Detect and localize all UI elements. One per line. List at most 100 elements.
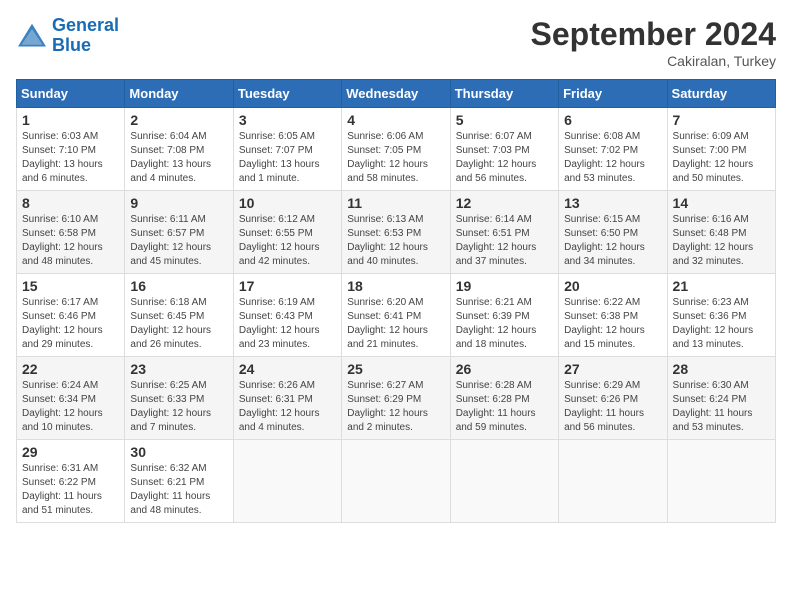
calendar-week-3: 15 Sunrise: 6:17 AM Sunset: 6:46 PM Dayl… [17,274,776,357]
calendar-cell: 23 Sunrise: 6:25 AM Sunset: 6:33 PM Dayl… [125,357,233,440]
logo-icon [16,22,48,50]
day-number: 6 [564,112,661,128]
day-number: 1 [22,112,119,128]
calendar-cell: 6 Sunrise: 6:08 AM Sunset: 7:02 PM Dayli… [559,108,667,191]
day-info: Sunrise: 6:05 AM Sunset: 7:07 PM Dayligh… [239,130,336,186]
day-number: 10 [239,195,336,211]
calendar-cell: 4 Sunrise: 6:06 AM Sunset: 7:05 PM Dayli… [342,108,450,191]
day-number: 23 [130,361,227,377]
calendar-cell: 1 Sunrise: 6:03 AM Sunset: 7:10 PM Dayli… [17,108,125,191]
day-number: 30 [130,444,227,460]
day-info: Sunrise: 6:23 AM Sunset: 6:36 PM Dayligh… [673,296,770,352]
calendar-table: Sunday Monday Tuesday Wednesday Thursday… [16,79,776,523]
calendar-cell: 16 Sunrise: 6:18 AM Sunset: 6:45 PM Dayl… [125,274,233,357]
calendar-cell: 27 Sunrise: 6:29 AM Sunset: 6:26 PM Dayl… [559,357,667,440]
day-number: 24 [239,361,336,377]
day-info: Sunrise: 6:26 AM Sunset: 6:31 PM Dayligh… [239,379,336,435]
calendar-header: Sunday Monday Tuesday Wednesday Thursday… [17,80,776,108]
title-block: September 2024 Cakiralan, Turkey [531,16,776,69]
day-number: 12 [456,195,553,211]
day-number: 21 [673,278,770,294]
calendar-cell [233,440,341,523]
calendar-cell: 19 Sunrise: 6:21 AM Sunset: 6:39 PM Dayl… [450,274,558,357]
day-number: 2 [130,112,227,128]
logo: General Blue [16,16,119,56]
day-info: Sunrise: 6:31 AM Sunset: 6:22 PM Dayligh… [22,462,119,518]
month-title: September 2024 [531,16,776,53]
calendar-cell [342,440,450,523]
calendar-cell: 20 Sunrise: 6:22 AM Sunset: 6:38 PM Dayl… [559,274,667,357]
day-info: Sunrise: 6:17 AM Sunset: 6:46 PM Dayligh… [22,296,119,352]
day-info: Sunrise: 6:27 AM Sunset: 6:29 PM Dayligh… [347,379,444,435]
calendar-cell: 10 Sunrise: 6:12 AM Sunset: 6:55 PM Dayl… [233,191,341,274]
col-sunday: Sunday [17,80,125,108]
calendar-cell: 25 Sunrise: 6:27 AM Sunset: 6:29 PM Dayl… [342,357,450,440]
calendar-cell [559,440,667,523]
location: Cakiralan, Turkey [531,53,776,69]
calendar-cell: 30 Sunrise: 6:32 AM Sunset: 6:21 PM Dayl… [125,440,233,523]
day-info: Sunrise: 6:21 AM Sunset: 6:39 PM Dayligh… [456,296,553,352]
calendar-cell: 2 Sunrise: 6:04 AM Sunset: 7:08 PM Dayli… [125,108,233,191]
day-number: 26 [456,361,553,377]
day-info: Sunrise: 6:15 AM Sunset: 6:50 PM Dayligh… [564,213,661,269]
calendar-cell [667,440,775,523]
day-info: Sunrise: 6:29 AM Sunset: 6:26 PM Dayligh… [564,379,661,435]
day-number: 29 [22,444,119,460]
day-info: Sunrise: 6:25 AM Sunset: 6:33 PM Dayligh… [130,379,227,435]
day-info: Sunrise: 6:07 AM Sunset: 7:03 PM Dayligh… [456,130,553,186]
page-header: General Blue September 2024 Cakiralan, T… [16,16,776,69]
day-info: Sunrise: 6:28 AM Sunset: 6:28 PM Dayligh… [456,379,553,435]
day-info: Sunrise: 6:32 AM Sunset: 6:21 PM Dayligh… [130,462,227,518]
day-info: Sunrise: 6:14 AM Sunset: 6:51 PM Dayligh… [456,213,553,269]
day-info: Sunrise: 6:24 AM Sunset: 6:34 PM Dayligh… [22,379,119,435]
day-info: Sunrise: 6:04 AM Sunset: 7:08 PM Dayligh… [130,130,227,186]
calendar-cell: 3 Sunrise: 6:05 AM Sunset: 7:07 PM Dayli… [233,108,341,191]
calendar-cell: 11 Sunrise: 6:13 AM Sunset: 6:53 PM Dayl… [342,191,450,274]
calendar-week-2: 8 Sunrise: 6:10 AM Sunset: 6:58 PM Dayli… [17,191,776,274]
day-info: Sunrise: 6:06 AM Sunset: 7:05 PM Dayligh… [347,130,444,186]
calendar-cell: 26 Sunrise: 6:28 AM Sunset: 6:28 PM Dayl… [450,357,558,440]
day-number: 11 [347,195,444,211]
day-info: Sunrise: 6:03 AM Sunset: 7:10 PM Dayligh… [22,130,119,186]
day-info: Sunrise: 6:08 AM Sunset: 7:02 PM Dayligh… [564,130,661,186]
day-number: 15 [22,278,119,294]
day-info: Sunrise: 6:12 AM Sunset: 6:55 PM Dayligh… [239,213,336,269]
calendar-cell: 28 Sunrise: 6:30 AM Sunset: 6:24 PM Dayl… [667,357,775,440]
day-info: Sunrise: 6:09 AM Sunset: 7:00 PM Dayligh… [673,130,770,186]
col-thursday: Thursday [450,80,558,108]
day-number: 22 [22,361,119,377]
day-number: 14 [673,195,770,211]
calendar-cell: 9 Sunrise: 6:11 AM Sunset: 6:57 PM Dayli… [125,191,233,274]
day-number: 8 [22,195,119,211]
calendar-week-4: 22 Sunrise: 6:24 AM Sunset: 6:34 PM Dayl… [17,357,776,440]
day-info: Sunrise: 6:13 AM Sunset: 6:53 PM Dayligh… [347,213,444,269]
day-info: Sunrise: 6:20 AM Sunset: 6:41 PM Dayligh… [347,296,444,352]
calendar-cell: 5 Sunrise: 6:07 AM Sunset: 7:03 PM Dayli… [450,108,558,191]
calendar-cell: 12 Sunrise: 6:14 AM Sunset: 6:51 PM Dayl… [450,191,558,274]
day-number: 3 [239,112,336,128]
calendar-cell: 14 Sunrise: 6:16 AM Sunset: 6:48 PM Dayl… [667,191,775,274]
day-info: Sunrise: 6:11 AM Sunset: 6:57 PM Dayligh… [130,213,227,269]
day-info: Sunrise: 6:30 AM Sunset: 6:24 PM Dayligh… [673,379,770,435]
calendar-cell: 8 Sunrise: 6:10 AM Sunset: 6:58 PM Dayli… [17,191,125,274]
col-friday: Friday [559,80,667,108]
day-number: 18 [347,278,444,294]
day-info: Sunrise: 6:22 AM Sunset: 6:38 PM Dayligh… [564,296,661,352]
calendar-cell: 29 Sunrise: 6:31 AM Sunset: 6:22 PM Dayl… [17,440,125,523]
day-info: Sunrise: 6:16 AM Sunset: 6:48 PM Dayligh… [673,213,770,269]
header-row: Sunday Monday Tuesday Wednesday Thursday… [17,80,776,108]
col-saturday: Saturday [667,80,775,108]
calendar-cell: 7 Sunrise: 6:09 AM Sunset: 7:00 PM Dayli… [667,108,775,191]
calendar-cell: 13 Sunrise: 6:15 AM Sunset: 6:50 PM Dayl… [559,191,667,274]
calendar-cell: 18 Sunrise: 6:20 AM Sunset: 6:41 PM Dayl… [342,274,450,357]
calendar-cell: 15 Sunrise: 6:17 AM Sunset: 6:46 PM Dayl… [17,274,125,357]
logo-text: General Blue [52,16,119,56]
day-number: 7 [673,112,770,128]
col-wednesday: Wednesday [342,80,450,108]
calendar-cell: 22 Sunrise: 6:24 AM Sunset: 6:34 PM Dayl… [17,357,125,440]
calendar-week-5: 29 Sunrise: 6:31 AM Sunset: 6:22 PM Dayl… [17,440,776,523]
calendar-cell: 21 Sunrise: 6:23 AM Sunset: 6:36 PM Dayl… [667,274,775,357]
calendar-cell: 24 Sunrise: 6:26 AM Sunset: 6:31 PM Dayl… [233,357,341,440]
calendar-cell [450,440,558,523]
calendar-cell: 17 Sunrise: 6:19 AM Sunset: 6:43 PM Dayl… [233,274,341,357]
